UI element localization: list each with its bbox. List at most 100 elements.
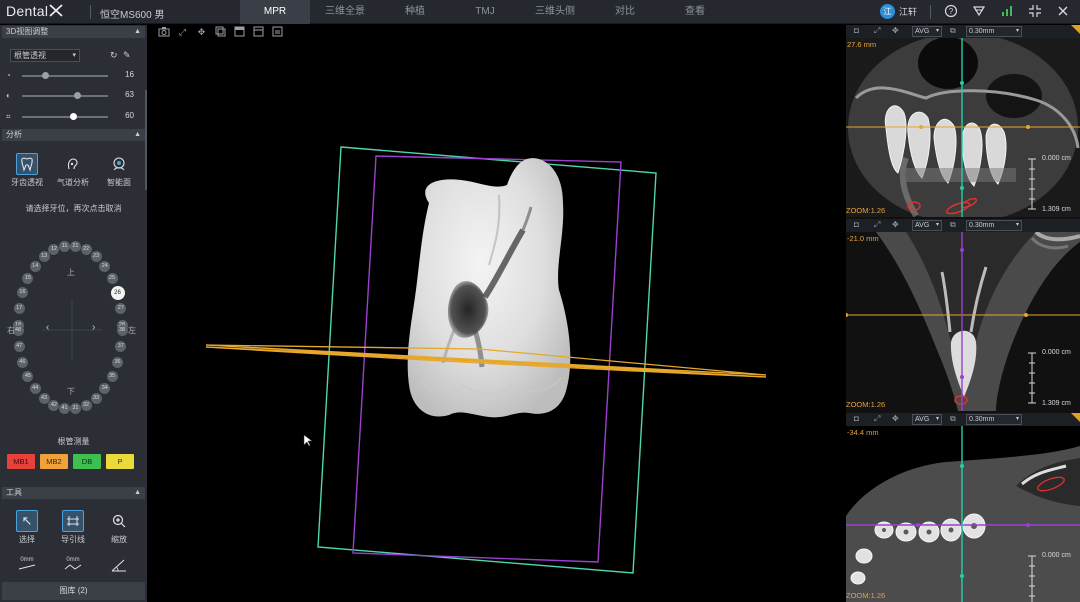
tooth-25[interactable]: 25: [106, 272, 118, 284]
tooth-13[interactable]: 13: [38, 250, 50, 262]
filter-icon[interactable]: [971, 4, 987, 20]
tooth-24[interactable]: 24: [99, 260, 111, 272]
reset-icon[interactable]: ↻: [110, 50, 118, 61]
slice-view-2[interactable]: ◘ ⤢ ✥ AVG ▾ ⧉ 0.30mm ▾ -21.0 mm ZOOM:1.2…: [846, 219, 1080, 411]
slider-knob[interactable]: [42, 72, 49, 79]
layer-icon[interactable]: ⧉: [950, 414, 956, 424]
tab-mpr[interactable]: MPR: [240, 0, 310, 24]
tooth-21[interactable]: 21: [69, 240, 81, 252]
tooth-38[interactable]: 38: [116, 324, 128, 336]
tab-tmj[interactable]: TMJ: [450, 0, 520, 24]
tooth-perspective-tool[interactable]: 牙齿透视: [7, 153, 47, 188]
expand-icon[interactable]: ⤢: [874, 414, 880, 424]
slice-view-1[interactable]: ◘ ⤢ ✥ AVG ▾ ⧉ 0.30mm ▾ 27.6 mm ZOOM:1.26…: [846, 25, 1080, 217]
tooth-47[interactable]: 47: [13, 340, 25, 352]
tooth-26[interactable]: 26: [110, 285, 125, 300]
airway-analysis-tool[interactable]: 气道分析: [53, 153, 93, 188]
user-name: 江轩: [899, 7, 918, 17]
slice-view-3[interactable]: ◘ ⤢ ✥ AVG ▾ ⧉ 0.30mm ▾ -34.4 mm ZOOM:1.2…: [846, 413, 1080, 602]
brightness-slider[interactable]: ◔ 16: [6, 70, 136, 82]
tooth-35[interactable]: 35: [106, 371, 118, 382]
thickness-select[interactable]: 0.30mm ▾: [966, 414, 1022, 425]
tooth-36[interactable]: 36: [112, 356, 123, 368]
canal-buttons: MB1 MB2 DB P: [7, 454, 134, 469]
canal-p-button[interactable]: P: [106, 454, 134, 469]
canal-mb2-button[interactable]: MB2: [40, 454, 68, 469]
edit-icon[interactable]: ✎: [123, 50, 131, 61]
camera-icon[interactable]: ◘: [854, 414, 859, 423]
thickness-select[interactable]: 0.30mm ▾: [966, 26, 1022, 37]
tooth-32[interactable]: 32: [80, 399, 92, 411]
tab-3d-panorama[interactable]: 三维全景: [310, 0, 380, 24]
chevron-left-icon[interactable]: ‹: [46, 322, 49, 333]
render-mode-select[interactable]: AVG ▾: [912, 220, 942, 231]
left-panel-scrollbar[interactable]: [145, 90, 147, 190]
close-icon[interactable]: [1055, 4, 1071, 20]
collapse-icon[interactable]: [1027, 4, 1043, 20]
crop-slider[interactable]: ⌗ 60: [6, 111, 136, 123]
slider-knob[interactable]: [70, 113, 77, 120]
main-3d-view[interactable]: ⤢ ✥: [149, 25, 846, 602]
tab-3d-ceph[interactable]: 三维头侧: [520, 0, 590, 24]
main-tabs: MPR 三维全景 种植 TMJ 三维头侧 对比 查看: [240, 0, 730, 24]
tooth-44[interactable]: 44: [29, 383, 41, 395]
tooth-17[interactable]: 17: [13, 303, 25, 315]
chevron-right-icon[interactable]: ›: [92, 322, 95, 333]
view-mode-select[interactable]: 根管透视 ▾: [10, 49, 80, 62]
angle-tool[interactable]: [99, 557, 139, 575]
expand-icon[interactable]: ⤢: [874, 26, 880, 36]
chevron-down-icon: ▾: [1015, 28, 1019, 34]
tool-label: 牙齿透视: [11, 178, 43, 187]
camera-icon[interactable]: ◘: [854, 220, 859, 229]
canal-mb1-button[interactable]: MB1: [7, 454, 35, 469]
gallery-button[interactable]: 图库 (2): [2, 582, 145, 600]
tool-label: 选择: [19, 535, 35, 544]
guide-line-tool[interactable]: 导引线: [53, 510, 93, 545]
tooth-33[interactable]: 33: [90, 393, 102, 405]
tooth-46[interactable]: 46: [16, 356, 28, 368]
user-menu[interactable]: 江 江轩: [880, 4, 917, 19]
tab-implant[interactable]: 种植: [380, 0, 450, 24]
tab-view[interactable]: 查看: [660, 0, 730, 24]
tooth-23[interactable]: 23: [90, 250, 102, 262]
render-mode-select[interactable]: AVG ▾: [912, 26, 942, 37]
tab-compare[interactable]: 对比: [590, 0, 660, 24]
tooth-3d-model[interactable]: [407, 158, 571, 418]
tooth-chart: 1817161514131211212223242526272848474645…: [4, 220, 143, 440]
render-mode-select[interactable]: AVG ▾: [912, 414, 942, 425]
help-icon[interactable]: ?: [943, 4, 959, 20]
tooth-22[interactable]: 22: [80, 244, 92, 256]
scale-top-label: 0.000 cm: [1042, 349, 1071, 356]
zoom-tool[interactable]: 缩放: [99, 510, 139, 545]
move-icon[interactable]: ✥: [892, 220, 899, 229]
scale-bottom-label: 1.309 cm: [1042, 206, 1071, 213]
tooth-14[interactable]: 14: [29, 260, 41, 272]
expand-icon[interactable]: ⤢: [874, 220, 880, 230]
ruler-tool[interactable]: 0mm: [7, 557, 47, 575]
brand-logo: Dental: [6, 3, 64, 19]
face-icon: [108, 153, 130, 175]
right-side-label: 右: [7, 326, 15, 335]
mouse-cursor-icon: [303, 434, 313, 447]
layer-icon[interactable]: ⧉: [950, 220, 956, 230]
layer-icon[interactable]: ⧉: [950, 26, 956, 36]
smart-face-tool[interactable]: 智能面: [99, 153, 139, 188]
ruler-icon: [18, 564, 36, 570]
tooth-11[interactable]: 11: [59, 240, 71, 252]
slider-knob[interactable]: [74, 92, 81, 99]
canal-db-button[interactable]: DB: [73, 454, 101, 469]
contrast-slider[interactable]: ◐ 63: [6, 90, 136, 102]
tools-row: ↖ 选择 导引线 缩放: [4, 510, 142, 545]
section-analysis[interactable]: 分析 ▲: [2, 129, 145, 141]
thickness-select[interactable]: 0.30mm ▾: [966, 220, 1022, 231]
camera-icon[interactable]: ◘: [854, 26, 859, 35]
section-3d-adjust[interactable]: 3D视图调整 ▲: [2, 26, 145, 38]
select-tool[interactable]: ↖ 选择: [7, 510, 47, 545]
polyline-tool[interactable]: 0mm: [53, 557, 93, 575]
section-title: 3D视图调整: [6, 27, 49, 36]
section-tools[interactable]: 工具 ▲: [2, 487, 145, 499]
move-icon[interactable]: ✥: [892, 414, 899, 423]
move-icon[interactable]: ✥: [892, 26, 899, 35]
chevron-down-icon: ▾: [935, 28, 939, 34]
slider-value: 63: [125, 90, 134, 99]
